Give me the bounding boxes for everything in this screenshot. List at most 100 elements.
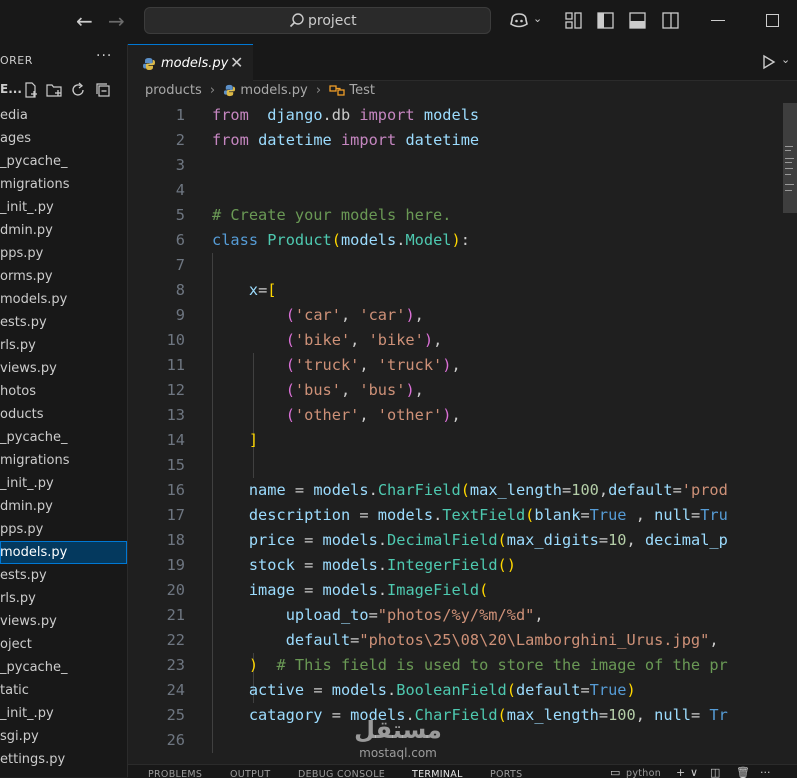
line-number: 9 [175, 306, 185, 324]
file-tree-item[interactable]: migrations [0, 173, 127, 196]
refresh-icon[interactable] [71, 82, 86, 98]
file-tree-item[interactable]: models.py [0, 288, 127, 311]
code-line[interactable]: 16 name = models.CharField(max_length=10… [128, 478, 797, 503]
code-line[interactable]: 1 from django.db import models [128, 103, 797, 128]
code-line[interactable]: 9 ('car', 'car'), [128, 303, 797, 328]
file-tree-item[interactable]: sgi.py [0, 725, 127, 748]
code-line[interactable]: 20 image = models.ImageField( [128, 578, 797, 603]
code-token: = [562, 481, 572, 499]
project-root-row[interactable]: E... [0, 80, 127, 102]
code-line[interactable]: 6 class Product(models.Model): [128, 228, 797, 253]
file-tree-item[interactable]: _pycache_ [0, 426, 127, 449]
run-options-chevron-icon[interactable]: ⌄ [781, 53, 790, 66]
panel-more-icon[interactable]: ··· [760, 766, 771, 778]
code-line[interactable]: 18 price = models.DecimalField(max_digit… [128, 528, 797, 553]
code-line[interactable]: 24 active = models.BooleanField(default=… [128, 678, 797, 703]
toggle-primary-sidebar-icon[interactable] [597, 12, 614, 29]
code-line[interactable]: 15 [128, 453, 797, 478]
code-line[interactable]: 21 upload_to="photos/%y/%m/%d", [128, 603, 797, 628]
file-tree-item[interactable]: oject [0, 633, 127, 656]
file-tree-item[interactable]: dmin.py [0, 219, 127, 242]
code-line[interactable]: 12 ('bus', 'bus'), [128, 378, 797, 403]
code-line[interactable]: 14 ] [128, 428, 797, 453]
code-line[interactable]: 4 [128, 178, 797, 203]
file-tree-item[interactable]: ests.py [0, 564, 127, 587]
tab-close-icon[interactable]: ✕ [230, 53, 243, 72]
code-line[interactable]: 25 catagory = models.CharField(max_lengt… [128, 703, 797, 728]
code-line[interactable]: 22 default="photos\25\08\20\Lamborghini_… [128, 628, 797, 653]
file-tree-item[interactable]: models.py [0, 541, 127, 564]
file-tree-item[interactable]: _init_.py [0, 702, 127, 725]
code-line[interactable]: 11 ('truck', 'truck'), [128, 353, 797, 378]
code-line[interactable]: 2 from datetime import datetime [128, 128, 797, 153]
file-tree-item[interactable]: pps.py [0, 518, 127, 541]
file-tree-item[interactable]: _pycache_ [0, 150, 127, 173]
breadcrumb-test[interactable]: Test [349, 83, 375, 98]
forward-arrow-icon[interactable]: → [108, 10, 125, 32]
code-line[interactable]: 17 description = models.TextField(blank=… [128, 503, 797, 528]
code-token: ( [285, 356, 295, 374]
file-tree-item[interactable]: oducts [0, 403, 127, 426]
maximize-icon[interactable] [766, 14, 779, 27]
customize-layout-icon[interactable] [565, 12, 582, 29]
file-tree-item[interactable]: ages [0, 127, 127, 150]
file-tree-item-label: dmin.py [0, 223, 53, 238]
file-tree-item[interactable]: ests.py [0, 311, 127, 334]
file-tree-item[interactable]: rls.py [0, 587, 127, 610]
file-tree-item[interactable]: edia [0, 104, 127, 127]
back-arrow-icon[interactable]: ← [76, 10, 93, 32]
explorer-more-icon[interactable]: ··· [96, 48, 112, 64]
terminal-options-chevron-icon[interactable]: ∨ [690, 766, 698, 778]
collapse-all-icon[interactable] [95, 82, 111, 98]
code-line[interactable]: 7 [128, 253, 797, 278]
file-tree-item[interactable]: orms.py [0, 265, 127, 288]
file-tree-item[interactable]: rls.py [0, 334, 127, 357]
code-token: IntegerField [387, 556, 498, 574]
file-tree-item[interactable]: dmin.py [0, 495, 127, 518]
file-tree-item[interactable]: _pycache_ [0, 656, 127, 679]
file-tree-item[interactable]: migrations [0, 449, 127, 472]
code-line[interactable]: 19 stock = models.IntegerField() [128, 553, 797, 578]
minimap-marks [785, 146, 794, 191]
line-content: default="photos\25\08\20\Lamborghini_Uru… [212, 628, 728, 653]
terminal-icon: ▭ [610, 766, 621, 778]
breadcrumb-models-py[interactable]: models.py [240, 83, 307, 98]
tab-models-py[interactable]: models.py ✕ [128, 44, 253, 81]
command-center-search[interactable]: project [144, 7, 491, 34]
minimize-icon[interactable] [711, 20, 725, 21]
file-tree-item[interactable]: views.py [0, 357, 127, 380]
file-tree-item-label: _init_.py [0, 200, 54, 215]
code-line[interactable]: 10 ('bike', 'bike'), [128, 328, 797, 353]
new-file-icon[interactable] [23, 82, 39, 98]
line-number: 4 [175, 181, 185, 199]
file-tree-item[interactable]: _init_.py [0, 196, 127, 219]
code-token: , [350, 331, 369, 349]
toggle-panel-icon[interactable] [629, 12, 646, 29]
copilot-chevron-icon[interactable]: ⌄ [533, 12, 542, 25]
new-folder-icon[interactable] [46, 82, 63, 98]
file-tree-item[interactable]: hotos [0, 380, 127, 403]
file-tree-item[interactable]: pps.py [0, 242, 127, 265]
new-terminal-icon[interactable]: + [676, 766, 685, 778]
code-line[interactable]: 5 # Create your models here. [128, 203, 797, 228]
breadcrumb-products[interactable]: products [145, 83, 202, 98]
code-line[interactable]: 3 [128, 153, 797, 178]
run-python-file-icon[interactable] [762, 54, 776, 70]
code-editor[interactable]: 1 from django.db import models 2 from datet… [128, 103, 797, 753]
toggle-secondary-sidebar-icon[interactable] [662, 12, 679, 29]
kill-terminal-icon[interactable]: 🗑 [736, 766, 750, 778]
split-terminal-icon[interactable]: ◫ [710, 766, 720, 778]
file-tree-item-label: pps.py [0, 246, 44, 261]
code-line[interactable]: 8 x=[ [128, 278, 797, 303]
code-line[interactable]: 23 ) # This field is used to store the i… [128, 653, 797, 678]
code-token: ( [506, 681, 516, 699]
file-tree-item[interactable]: views.py [0, 610, 127, 633]
file-tree-item[interactable]: ettings.py [0, 748, 127, 771]
file-tree-item[interactable]: tatic [0, 679, 127, 702]
file-tree-item[interactable]: _init_.py [0, 472, 127, 495]
file-tree-item-label: ests.py [0, 315, 47, 330]
code-line[interactable]: 26 [128, 728, 797, 753]
code-line[interactable]: 13 ('other', 'other'), [128, 403, 797, 428]
copilot-icon[interactable] [508, 11, 530, 31]
